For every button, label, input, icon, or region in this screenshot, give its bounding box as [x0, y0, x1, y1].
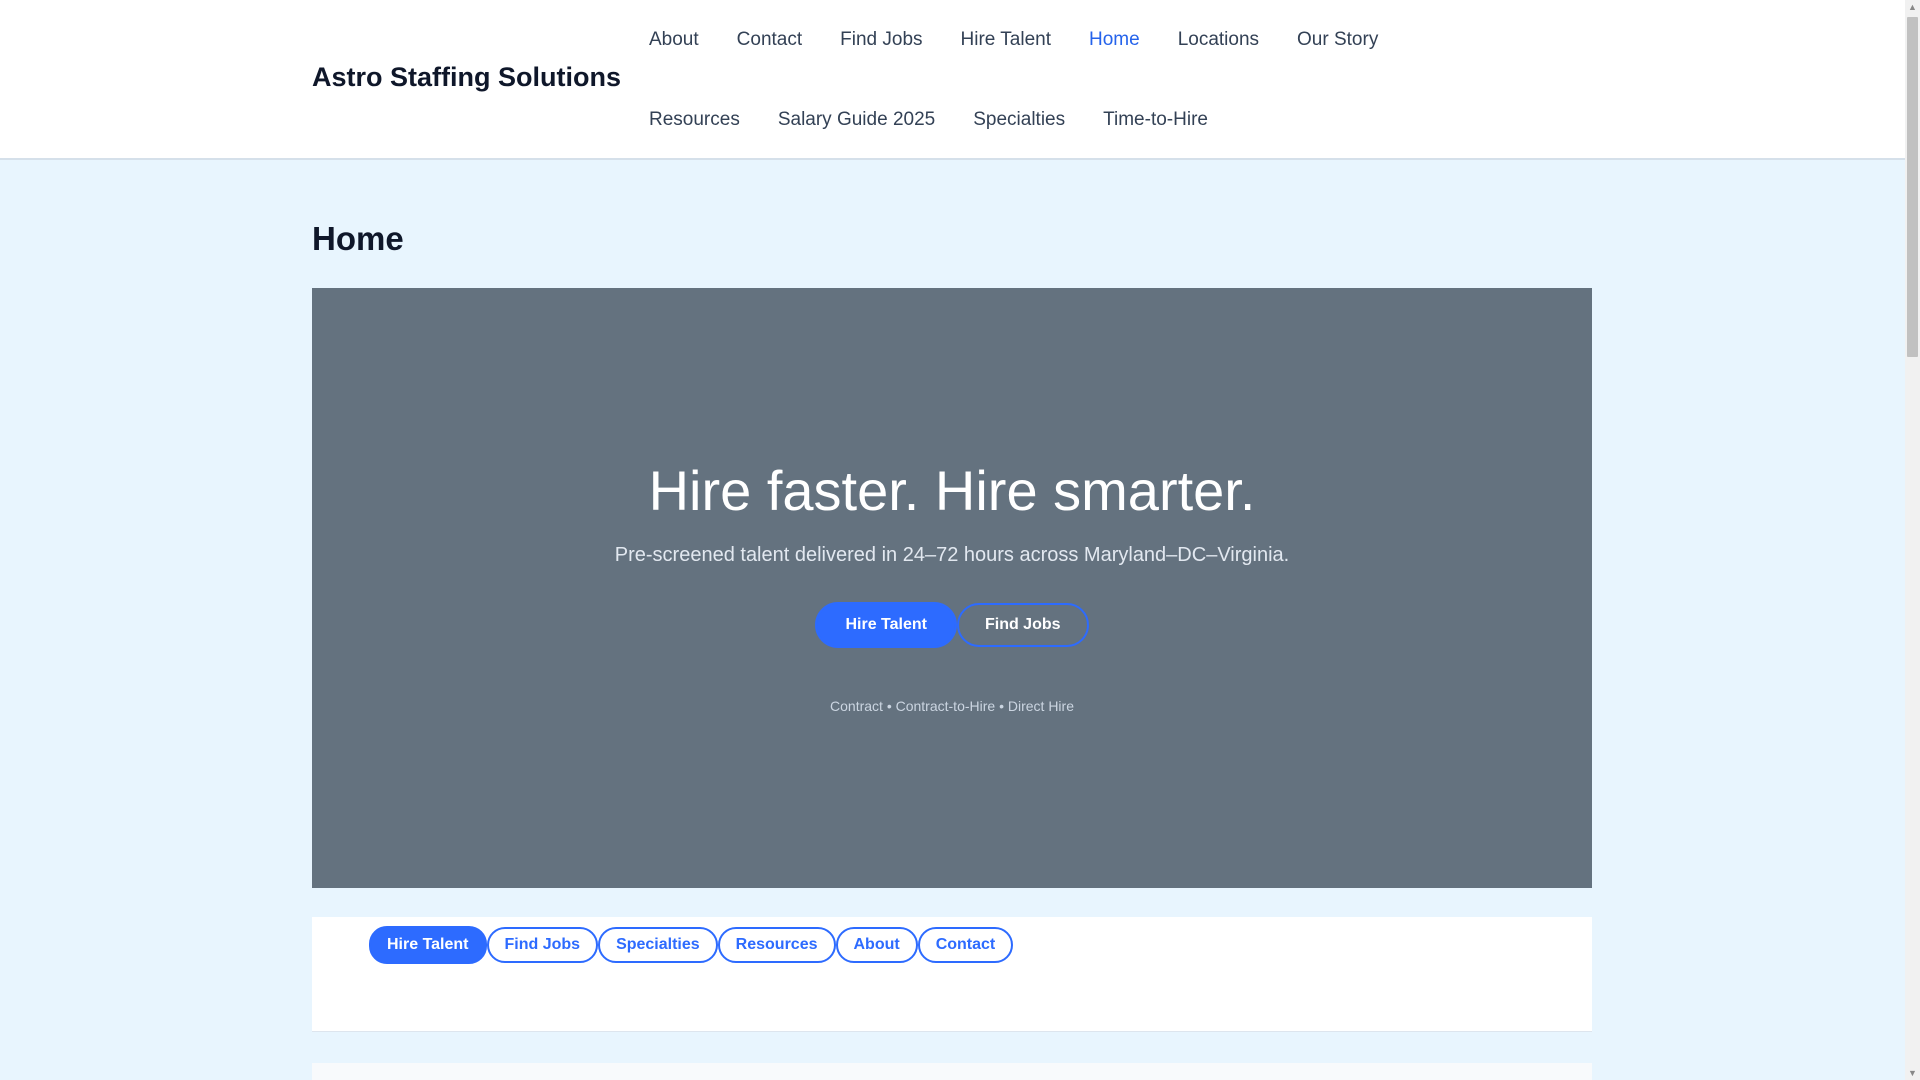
nav-home[interactable]: Home [1070, 0, 1159, 80]
nav-locations[interactable]: Locations [1159, 0, 1278, 80]
hero-subtitle: Pre-screened talent delivered in 24–72 h… [614, 544, 1290, 566]
nav-specialties[interactable]: Specialties [954, 80, 1084, 160]
main-nav: About Contact Find Jobs Hire Talent Home… [630, 0, 1520, 160]
hero-tagline: Contract • Contract-to-Hire • Direct Hir… [830, 698, 1074, 714]
quick-links: Hire Talent Find Jobs Specialties Resour… [369, 926, 1014, 964]
hero-section: Hire faster. Hire smarter. Pre-screened … [312, 288, 1592, 888]
find-jobs-button[interactable]: Find Jobs [956, 603, 1089, 647]
nav-resources[interactable]: Resources [630, 80, 759, 160]
scroll-down-icon[interactable]: ▼ [1905, 1068, 1920, 1078]
quick-link-about[interactable]: About [835, 927, 918, 963]
hire-talent-button[interactable]: Hire Talent [815, 602, 957, 648]
quick-link-resources[interactable]: Resources [717, 927, 836, 963]
quick-links-panel: Hire Talent Find Jobs Specialties Resour… [312, 917, 1592, 1032]
vertical-scrollbar[interactable]: ▲ ▼ [1905, 0, 1920, 1080]
nav-our-story[interactable]: Our Story [1278, 0, 1397, 80]
quick-link-specialties[interactable]: Specialties [598, 927, 718, 963]
page-title: Home [312, 220, 404, 257]
nav-hire-talent[interactable]: Hire Talent [942, 0, 1070, 80]
quick-link-find-jobs[interactable]: Find Jobs [486, 927, 599, 963]
nav-about[interactable]: About [630, 0, 718, 80]
nav-find-jobs[interactable]: Find Jobs [821, 0, 941, 80]
site-header: Astro Staffing Solutions About Contact F… [0, 0, 1905, 160]
scrollbar-thumb[interactable] [1907, 17, 1918, 357]
hero-title: Hire faster. Hire smarter. [648, 459, 1256, 522]
quick-link-hire-talent[interactable]: Hire Talent [369, 926, 487, 964]
next-section [312, 1063, 1592, 1080]
hero-actions: Hire Talent Find Jobs [312, 602, 1592, 648]
nav-time-to-hire[interactable]: Time-to-Hire [1084, 80, 1227, 160]
site-logo[interactable]: Astro Staffing Solutions [312, 62, 621, 93]
quick-link-contact[interactable]: Contact [917, 927, 1014, 963]
page: Astro Staffing Solutions About Contact F… [0, 0, 1905, 1080]
scroll-up-icon[interactable]: ▲ [1905, 2, 1920, 12]
nav-salary-guide[interactable]: Salary Guide 2025 [759, 80, 954, 160]
nav-contact[interactable]: Contact [718, 0, 821, 80]
